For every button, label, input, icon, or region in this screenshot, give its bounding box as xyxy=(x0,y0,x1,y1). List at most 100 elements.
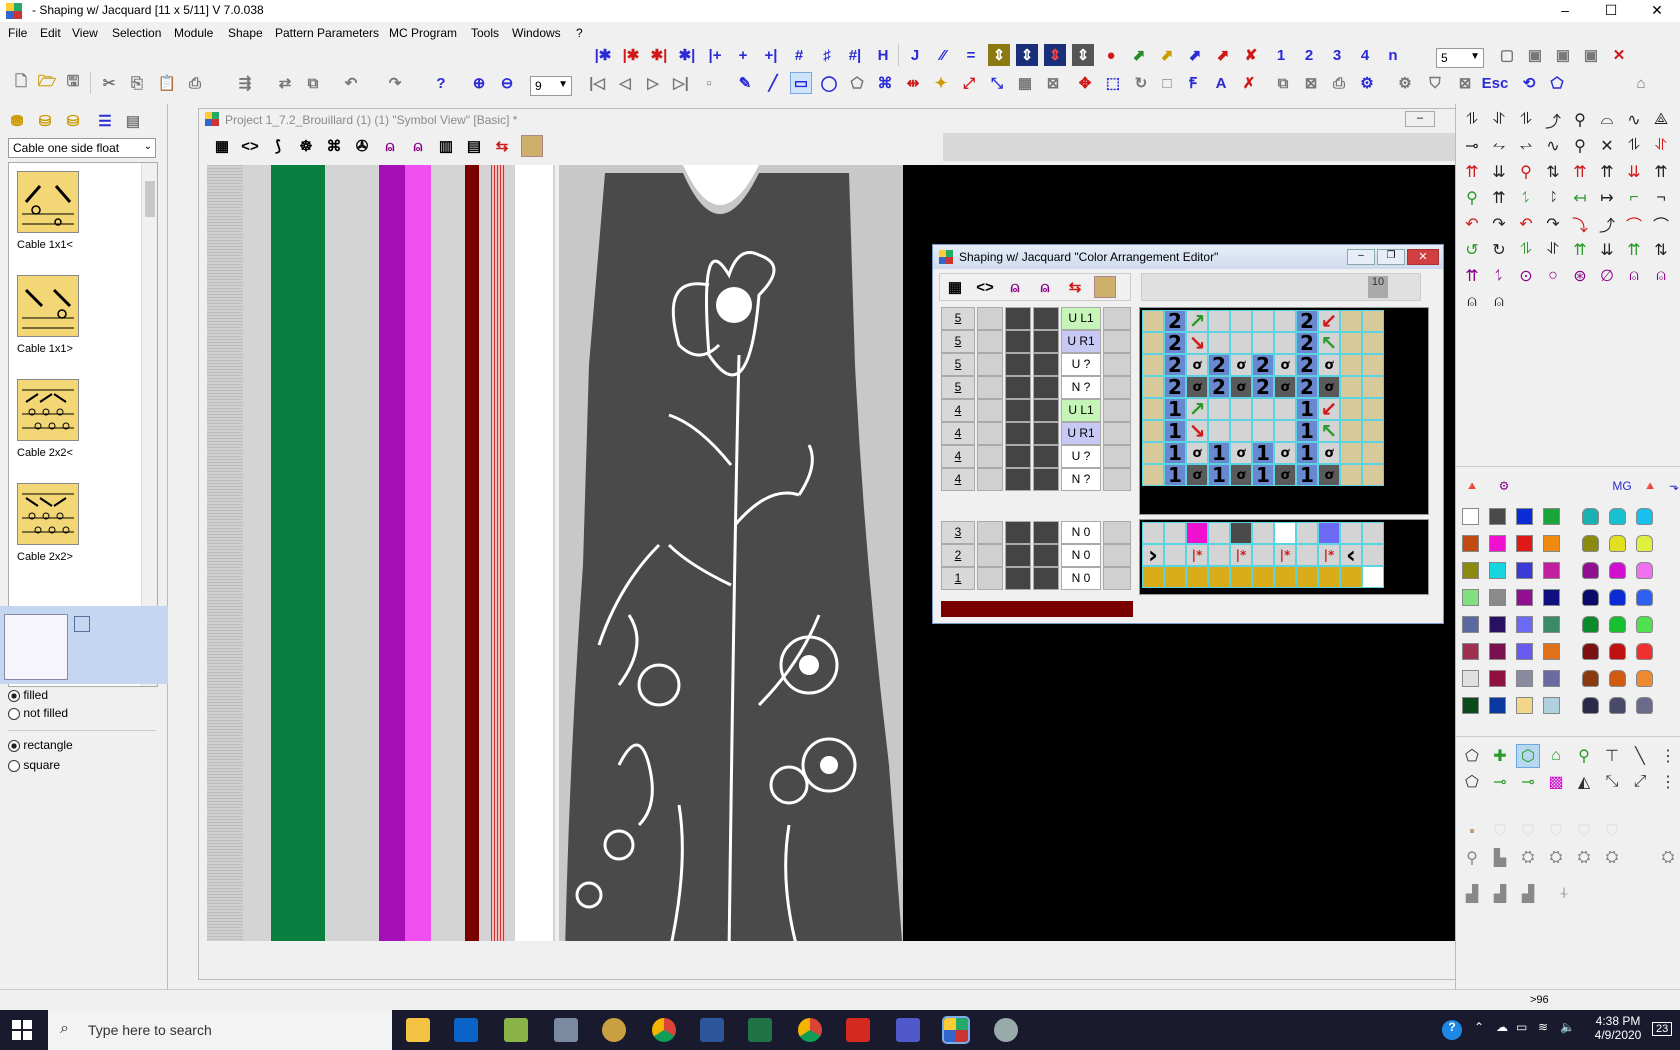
grid-cell[interactable]: ơ xyxy=(1318,354,1340,376)
color-swatch[interactable] xyxy=(1516,562,1533,579)
knit-plus-right-icon[interactable]: +| xyxy=(760,44,782,66)
yarn-carrier-swatch[interactable] xyxy=(1582,508,1599,525)
color-swatch[interactable] xyxy=(1516,643,1533,660)
grid-cell[interactable] xyxy=(1208,398,1230,420)
hash-left-icon[interactable]: # xyxy=(788,44,810,66)
menu-mc-program[interactable]: MC Program xyxy=(389,26,457,40)
grid-cell[interactable] xyxy=(1142,464,1164,486)
yarn-carrier-swatch[interactable] xyxy=(1636,697,1653,714)
row-number[interactable]: 4 xyxy=(941,399,975,422)
color-swatch[interactable] xyxy=(1462,670,1479,687)
grid-cell[interactable]: ơ xyxy=(1186,354,1208,376)
knit-symbol-icon[interactable]: ∿ xyxy=(1622,108,1646,132)
grid-cell[interactable] xyxy=(1340,310,1362,332)
cae-row[interactable]: 5 U ? xyxy=(941,353,1133,376)
cae-row[interactable]: 3 N 0 xyxy=(941,521,1133,544)
split-icon[interactable]: ✱| xyxy=(676,44,698,66)
row-cell[interactable] xyxy=(977,521,1003,544)
windows-start-icon[interactable] xyxy=(12,1020,32,1040)
grid-cell[interactable]: ơ xyxy=(1274,442,1296,464)
shape-tool-icon[interactable]: ▟ xyxy=(1488,882,1512,906)
row-cell[interactable] xyxy=(977,376,1003,399)
grid-cell[interactable] xyxy=(1296,522,1318,544)
shape-tool-icon[interactable]: ⌂ xyxy=(1544,744,1568,768)
volume-icon[interactable]: 🔈 xyxy=(1560,1020,1575,1034)
new-file-icon[interactable]: 🗋 xyxy=(10,72,32,94)
paint-icon[interactable] xyxy=(994,1018,1018,1042)
row-command[interactable]: U ? xyxy=(1061,353,1101,376)
cable-module-item[interactable]: Cable 1x1< xyxy=(17,171,137,271)
shirt-icon[interactable]: ⛉ xyxy=(1424,72,1446,94)
shape-tool-icon[interactable]: ⛭ xyxy=(1544,846,1568,870)
row-command[interactable]: U L1 xyxy=(1061,307,1101,330)
menu-pattern-parameters[interactable]: Pattern Parameters xyxy=(275,26,379,40)
app-icon[interactable] xyxy=(6,3,22,19)
grid-cell[interactable]: ↗ xyxy=(1186,309,1208,333)
grid-cell[interactable]: 2 xyxy=(1208,353,1230,377)
shape-tool-icon[interactable]: ⬠ xyxy=(1460,744,1484,768)
knit-symbol-icon[interactable]: ⇈ xyxy=(1568,160,1592,184)
row-cell[interactable] xyxy=(1005,330,1031,353)
copy-icon[interactable]: ⎘ xyxy=(126,72,148,94)
ellipse-icon[interactable]: ◯ xyxy=(818,72,840,94)
pattern-view-icon[interactable]: ⌘ xyxy=(323,135,345,157)
notification-badge[interactable]: 23 xyxy=(1652,1022,1673,1036)
grid-cell[interactable]: 2 xyxy=(1296,309,1318,333)
row-number[interactable]: 5 xyxy=(941,353,975,376)
transfer-view-icon[interactable]: ⇆ xyxy=(491,135,513,157)
grid-cell[interactable] xyxy=(1230,332,1252,354)
teams-icon[interactable] xyxy=(896,1018,920,1042)
stop-icon[interactable]: ● xyxy=(1100,44,1122,66)
grid-cell[interactable] xyxy=(1230,522,1252,544)
knit-symbol-icon[interactable]: ⇊ xyxy=(1595,238,1619,262)
row-command[interactable]: U L1 xyxy=(1061,399,1101,422)
row-number[interactable]: 5 xyxy=(941,376,975,399)
grid-cell[interactable]: 1 xyxy=(1252,463,1274,487)
document-minimize-button[interactable]: – xyxy=(1405,111,1435,127)
knit-symbol-icon[interactable]: ↻ xyxy=(1487,238,1511,262)
redo-icon[interactable]: ↷ xyxy=(384,72,406,94)
yarn-carrier-swatch[interactable] xyxy=(1636,562,1653,579)
cae-loop2-icon[interactable]: ⍝ xyxy=(1034,276,1056,298)
grid-cell[interactable]: 2 xyxy=(1164,353,1186,377)
gold-arrows-icon[interactable]: ⇕ xyxy=(988,44,1010,66)
cae-code-icon[interactable]: <> xyxy=(974,276,996,298)
zoom-out-icon[interactable]: ⊖ xyxy=(496,72,518,94)
row-number[interactable]: 4 xyxy=(941,468,975,491)
row-cell[interactable] xyxy=(1103,422,1131,445)
grid-cell[interactable]: |* xyxy=(1186,544,1208,566)
system-2-button[interactable]: 2 xyxy=(1298,44,1320,66)
cae-row[interactable]: 5 U R1 xyxy=(941,330,1133,353)
grid-cell[interactable] xyxy=(1252,544,1274,566)
knit-symbol-icon[interactable]: ⍝ xyxy=(1487,290,1511,314)
grid-cell[interactable]: ơ xyxy=(1274,376,1296,398)
knit-symbol-icon[interactable]: ⥋ xyxy=(1514,134,1538,158)
knit-symbol-icon[interactable]: ⥮ xyxy=(1460,108,1484,132)
row-cell[interactable] xyxy=(977,544,1003,567)
navy-arrows-icon[interactable]: ⇕ xyxy=(1016,44,1038,66)
knit-symbol-icon[interactable]: ⥮ xyxy=(1514,238,1538,262)
cae-bottom-grid[interactable]: › |* |* |* |* ‹ xyxy=(1139,519,1429,595)
knit-symbol-icon[interactable]: ⇈ xyxy=(1622,238,1646,262)
loop-view2-icon[interactable]: ⍝ xyxy=(407,135,429,157)
grid-cell[interactable]: 2 xyxy=(1164,309,1186,333)
color-swatch[interactable] xyxy=(1543,508,1560,525)
knit-symbol-icon[interactable]: ⥏ xyxy=(1541,186,1565,210)
split-red-icon[interactable]: ⬈ xyxy=(1212,44,1234,66)
cae-transfer-icon[interactable]: ⇆ xyxy=(1064,276,1086,298)
cae-h-scrollbar[interactable] xyxy=(1139,597,1429,611)
shape-option-rectangle[interactable]: rectangle xyxy=(8,738,73,752)
zoom-select[interactable]: 9 ▼ xyxy=(530,76,572,96)
knit-plus-icon[interactable]: + xyxy=(732,44,754,66)
hash-right-icon[interactable]: #| xyxy=(844,44,866,66)
row-cell[interactable] xyxy=(1033,445,1059,468)
yarn-carrier-swatch[interactable] xyxy=(1609,508,1626,525)
delete-split-icon[interactable]: ✘ xyxy=(1240,44,1262,66)
scale-icon[interactable]: ⤡ xyxy=(986,72,1008,94)
knit-symbol-icon[interactable]: ⥍ xyxy=(1487,264,1511,288)
grid-cell[interactable]: ơ xyxy=(1186,442,1208,464)
row-command[interactable]: N 0 xyxy=(1061,544,1101,567)
grid-cell[interactable]: |* xyxy=(1274,544,1296,566)
undo-icon[interactable]: ↶ xyxy=(340,72,362,94)
grid-cell[interactable]: ↘ xyxy=(1186,419,1208,443)
